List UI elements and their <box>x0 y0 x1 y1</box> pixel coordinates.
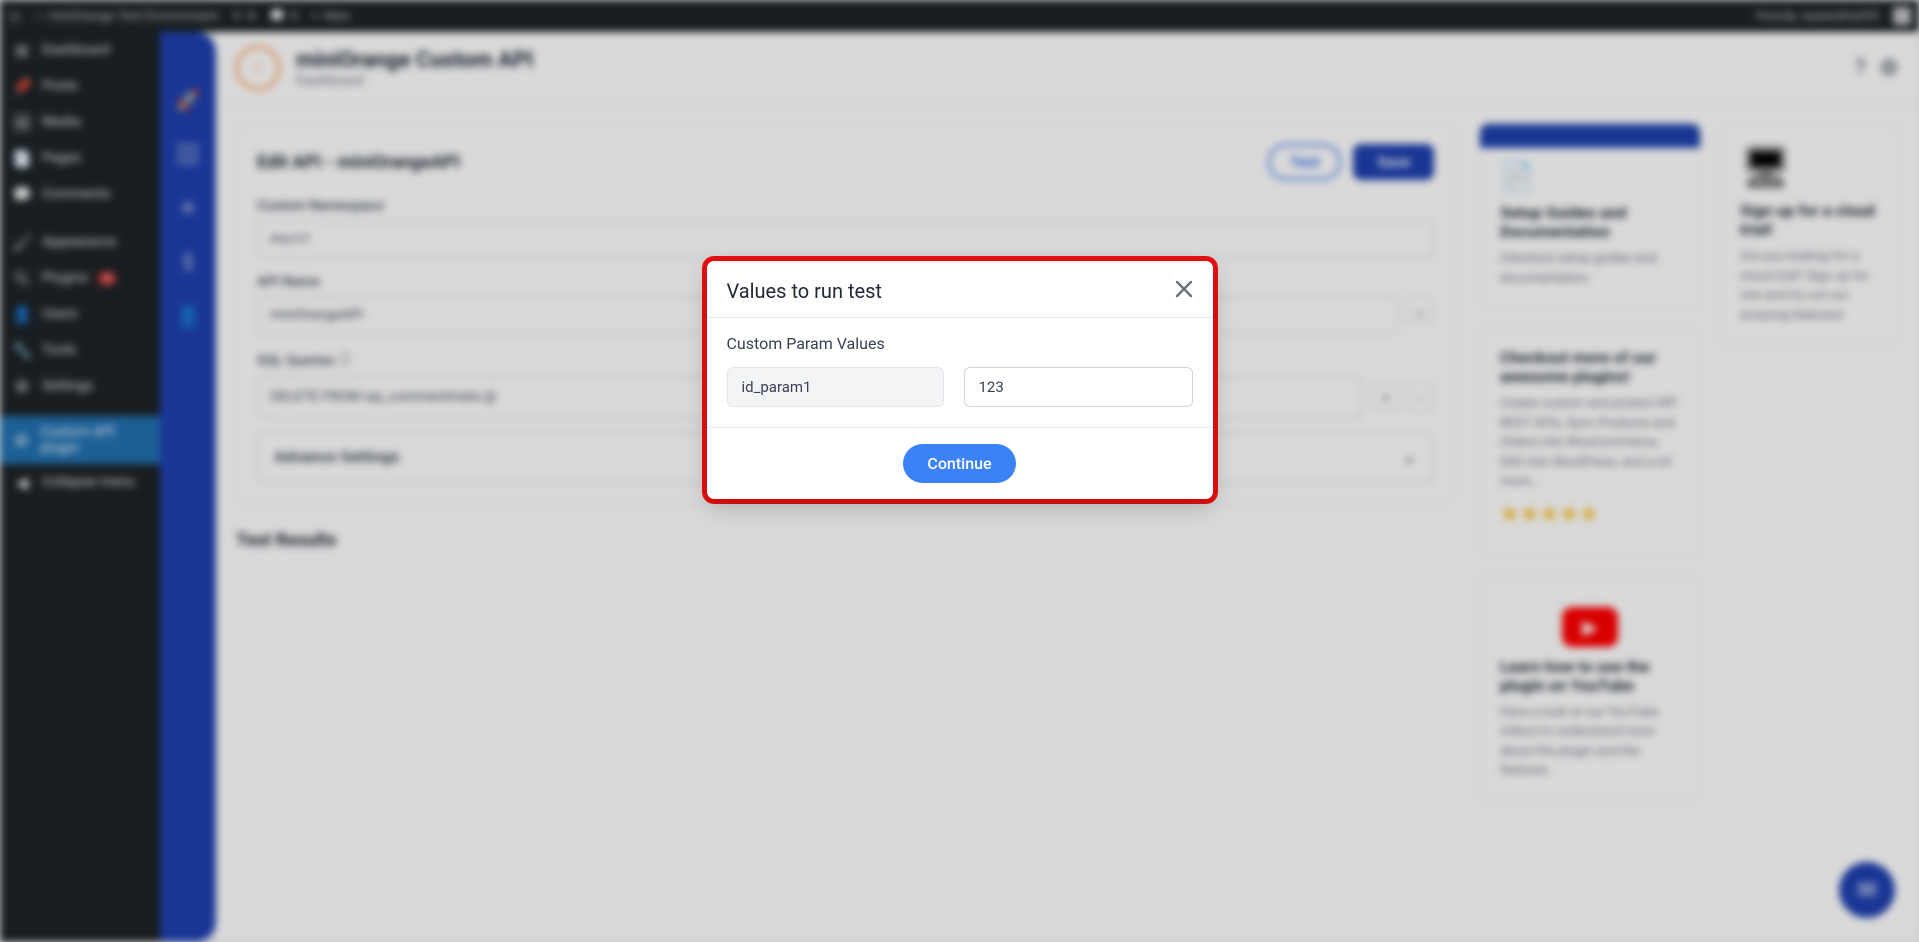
test-values-modal: Values to run test Custom Param Values i… <box>707 261 1213 499</box>
param-name-field: id_param1 <box>727 367 944 407</box>
close-button[interactable] <box>1175 279 1193 303</box>
modal-title: Values to run test <box>727 279 882 303</box>
continue-button[interactable]: Continue <box>903 444 1015 483</box>
close-icon <box>1175 280 1193 298</box>
modal-section-label: Custom Param Values <box>727 334 1193 353</box>
modal-overlay: Values to run test Custom Param Values i… <box>0 0 1919 942</box>
param-value-input[interactable] <box>964 367 1193 407</box>
